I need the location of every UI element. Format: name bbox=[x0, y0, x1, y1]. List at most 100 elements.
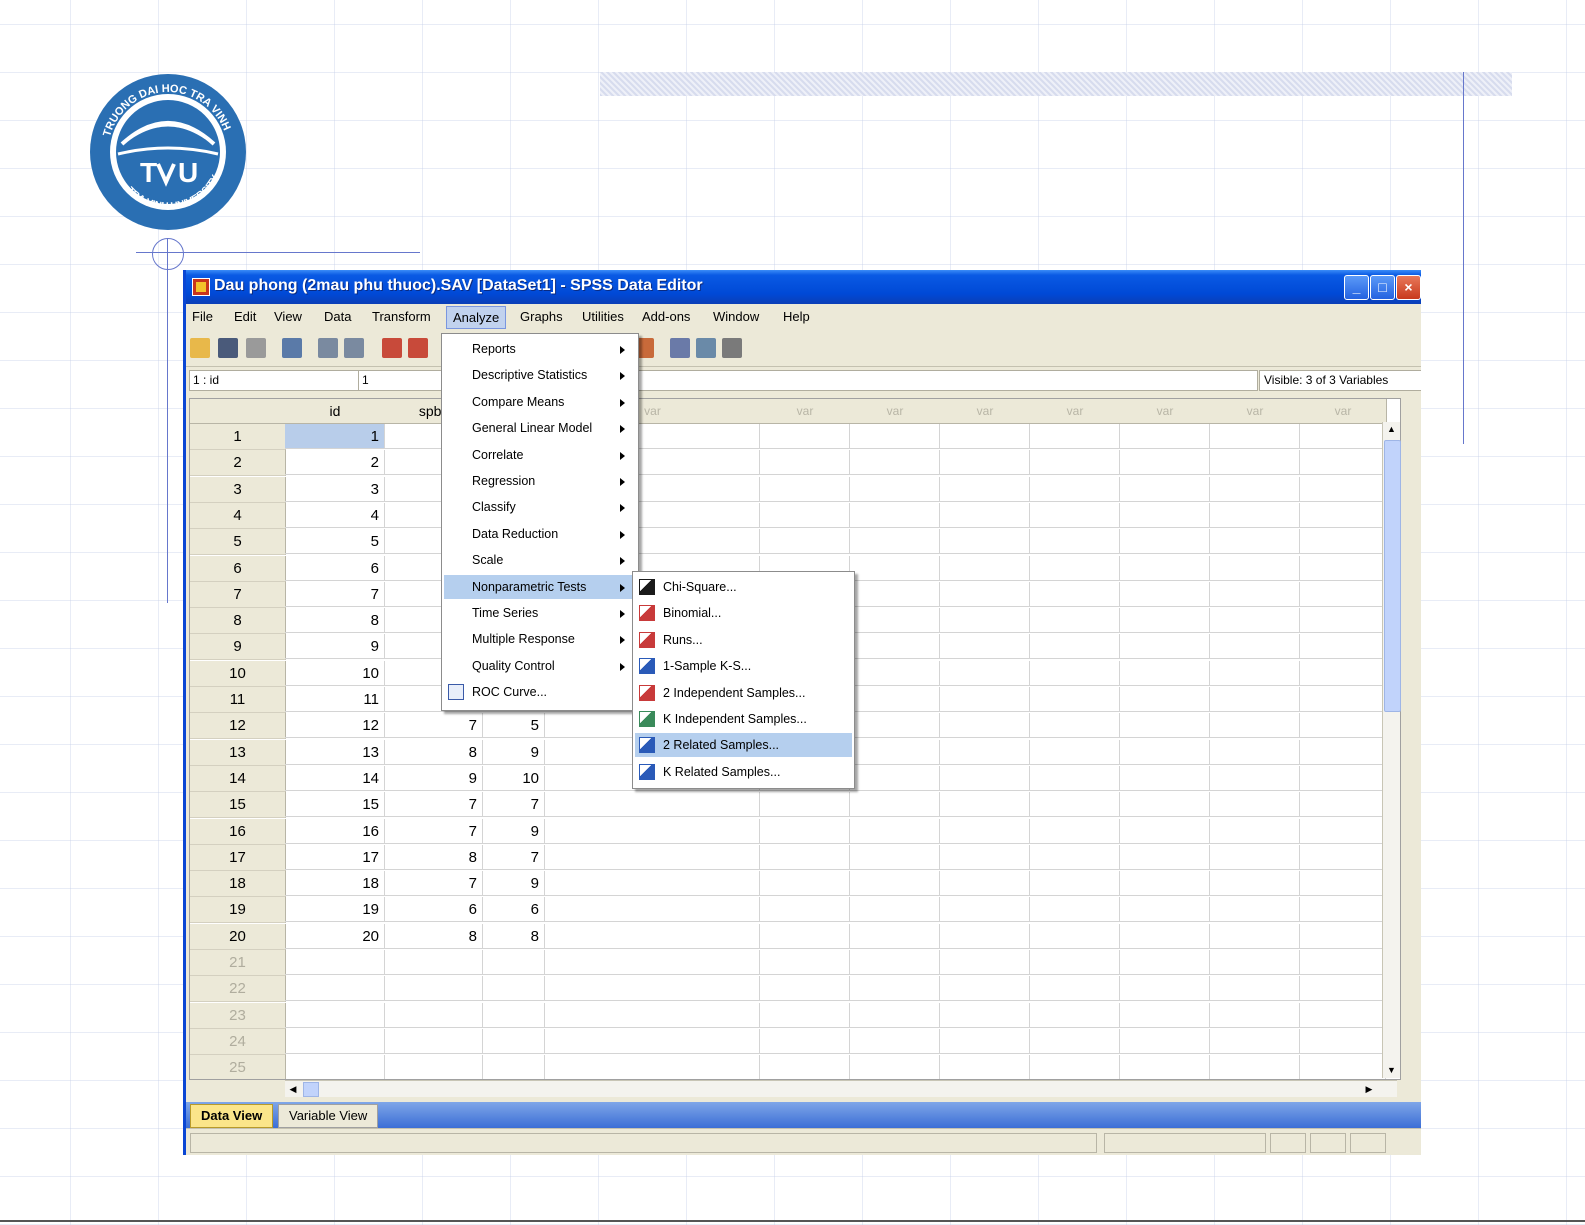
table-cell[interactable] bbox=[1120, 844, 1210, 870]
table-cell[interactable] bbox=[760, 844, 850, 870]
row-header[interactable]: 5 bbox=[190, 529, 286, 556]
table-cell[interactable] bbox=[545, 950, 760, 975]
table-cell[interactable] bbox=[285, 976, 385, 1002]
menu-analyze[interactable]: Analyze bbox=[446, 306, 507, 329]
table-cell[interactable] bbox=[1120, 555, 1210, 581]
menu-view[interactable]: View bbox=[274, 309, 302, 324]
table-cell[interactable] bbox=[1210, 502, 1300, 528]
menu-utilities[interactable]: Utilities bbox=[582, 309, 624, 324]
row-header[interactable]: 24 bbox=[190, 1028, 286, 1055]
table-cell[interactable] bbox=[850, 897, 940, 923]
table-cell[interactable] bbox=[1120, 1002, 1210, 1028]
table-cell[interactable] bbox=[760, 1028, 850, 1054]
column-header[interactable]: var bbox=[940, 399, 1031, 424]
window-titlebar[interactable]: Dau phong (2mau phu thuoc).SAV [DataSet1… bbox=[186, 270, 1421, 304]
row-header[interactable]: 9 bbox=[190, 634, 286, 661]
table-cell[interactable] bbox=[940, 608, 1030, 634]
table-cell[interactable] bbox=[483, 1055, 545, 1079]
table-cell[interactable] bbox=[1120, 450, 1210, 476]
table-cell[interactable] bbox=[1120, 529, 1210, 555]
table-cell[interactable] bbox=[1210, 1055, 1300, 1079]
table-cell[interactable] bbox=[1300, 1002, 1386, 1028]
table-cell[interactable] bbox=[483, 950, 545, 975]
scroll-right-icon[interactable]: ▶ bbox=[1361, 1081, 1377, 1097]
table-cell[interactable] bbox=[1300, 897, 1386, 923]
table-cell[interactable] bbox=[1300, 529, 1386, 555]
table-cell[interactable] bbox=[940, 529, 1030, 555]
table-cell[interactable]: 6 bbox=[385, 897, 483, 923]
menu-file[interactable]: File bbox=[192, 309, 213, 324]
table-cell[interactable] bbox=[1210, 976, 1300, 1002]
table-cell[interactable] bbox=[940, 976, 1030, 1002]
menu-edit[interactable]: Edit bbox=[234, 309, 256, 324]
tab-data-view[interactable]: Data View bbox=[190, 1104, 274, 1128]
table-cell[interactable]: 8 bbox=[385, 844, 483, 870]
table-cell[interactable] bbox=[385, 1028, 483, 1054]
table-cell[interactable] bbox=[1030, 713, 1120, 739]
table-cell[interactable] bbox=[940, 424, 1030, 449]
table-cell[interactable] bbox=[1030, 687, 1120, 712]
table-cell[interactable] bbox=[1030, 897, 1120, 923]
row-header[interactable]: 15 bbox=[190, 792, 286, 819]
table-cell[interactable] bbox=[1300, 555, 1386, 581]
table-cell[interactable] bbox=[1120, 792, 1210, 818]
menu-addons[interactable]: Add-ons bbox=[642, 309, 690, 324]
table-cell[interactable] bbox=[1300, 950, 1386, 975]
table-cell[interactable]: 9 bbox=[385, 765, 483, 791]
table-cell[interactable] bbox=[1120, 897, 1210, 923]
table-cell[interactable] bbox=[850, 1028, 940, 1054]
table-cell[interactable] bbox=[1300, 608, 1386, 634]
table-cell[interactable] bbox=[1300, 818, 1386, 844]
table-cell[interactable] bbox=[940, 1028, 1030, 1054]
row-header[interactable]: 4 bbox=[190, 502, 286, 529]
dialog-recall-icon[interactable] bbox=[282, 338, 302, 358]
table-cell[interactable]: 9 bbox=[483, 871, 545, 897]
table-cell[interactable] bbox=[1210, 555, 1300, 581]
table-cell[interactable] bbox=[1300, 871, 1386, 897]
table-cell[interactable]: 6 bbox=[483, 897, 545, 923]
row-header[interactable]: 3 bbox=[190, 476, 286, 503]
table-cell[interactable] bbox=[850, 476, 940, 502]
analyze-menu-item[interactable]: Data Reduction bbox=[444, 522, 636, 546]
row-header[interactable]: 20 bbox=[190, 923, 286, 950]
table-cell[interactable] bbox=[850, 844, 940, 870]
analyze-menu-item[interactable]: Reports bbox=[444, 337, 636, 361]
minimize-button[interactable]: _ bbox=[1344, 275, 1369, 300]
table-cell[interactable] bbox=[1030, 1002, 1120, 1028]
column-header[interactable]: var bbox=[760, 399, 851, 424]
table-cell[interactable] bbox=[760, 1055, 850, 1079]
table-cell[interactable] bbox=[1300, 1055, 1386, 1079]
column-header[interactable]: var bbox=[850, 399, 941, 424]
table-cell[interactable] bbox=[1300, 424, 1386, 449]
row-header[interactable]: 16 bbox=[190, 818, 286, 845]
analyze-menu-item[interactable]: Classify bbox=[444, 495, 636, 519]
table-cell[interactable] bbox=[1030, 634, 1120, 660]
table-cell[interactable] bbox=[940, 765, 1030, 791]
variables-icon[interactable] bbox=[408, 338, 428, 358]
table-cell[interactable] bbox=[1210, 792, 1300, 818]
table-cell[interactable] bbox=[940, 1055, 1030, 1079]
table-cell[interactable] bbox=[940, 450, 1030, 476]
table-cell[interactable] bbox=[1030, 660, 1120, 686]
table-cell[interactable] bbox=[1120, 476, 1210, 502]
table-cell[interactable] bbox=[1300, 660, 1386, 686]
column-header[interactable]: var bbox=[1120, 399, 1211, 424]
row-header[interactable]: 11 bbox=[190, 687, 286, 713]
table-cell[interactable] bbox=[850, 713, 940, 739]
table-cell[interactable] bbox=[1120, 424, 1210, 449]
table-cell[interactable] bbox=[545, 1002, 760, 1028]
table-cell[interactable] bbox=[1120, 976, 1210, 1002]
row-header[interactable]: 22 bbox=[190, 976, 286, 1003]
row-header[interactable]: 17 bbox=[190, 844, 286, 871]
table-cell[interactable] bbox=[1120, 765, 1210, 791]
vertical-scrollbar[interactable]: ▲ ▼ bbox=[1382, 422, 1401, 1078]
table-cell[interactable] bbox=[545, 923, 760, 949]
table-cell[interactable]: 5 bbox=[285, 529, 385, 555]
table-cell[interactable] bbox=[1210, 950, 1300, 975]
table-cell[interactable]: 9 bbox=[483, 818, 545, 844]
table-cell[interactable]: 17 bbox=[285, 844, 385, 870]
analyze-menu-item[interactable]: Descriptive Statistics bbox=[444, 363, 636, 387]
table-cell[interactable] bbox=[1120, 818, 1210, 844]
table-cell[interactable] bbox=[285, 1055, 385, 1079]
row-header[interactable]: 21 bbox=[190, 950, 286, 976]
